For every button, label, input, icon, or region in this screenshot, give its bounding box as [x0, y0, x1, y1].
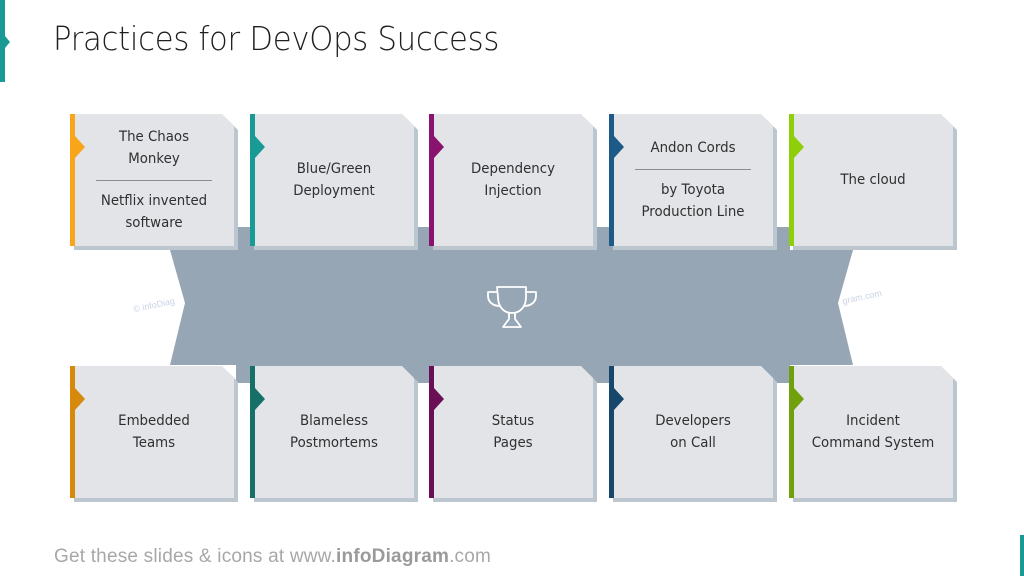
card-title-line: Dependency [471, 161, 555, 177]
card-andon-cords[interactable]: Andon Cords by Toyota Production Line [609, 114, 779, 252]
footer-suffix: .com [449, 546, 492, 567]
card-dependency-injection[interactable]: Dependency Injection [429, 114, 599, 252]
card-subtitle-line: by Toyota [660, 182, 726, 198]
card-subtitle-line: Production Line [641, 204, 745, 220]
card-title-line: Deployment [293, 183, 375, 199]
card-text: The Chaos Monkey Netflix invented software [82, 114, 226, 246]
card-text: The cloud [801, 114, 945, 246]
card-title-line: Injection [484, 183, 542, 199]
card-text: Andon Cords by Toyota Production Line [621, 114, 765, 246]
card-title-line: Andon Cords [650, 140, 736, 156]
corner-accent-bar [1020, 535, 1024, 576]
card-title-line: Developers [655, 413, 731, 429]
card-developers-on-call[interactable]: Developers on Call [609, 366, 779, 504]
card-text: Incident Command System [801, 366, 945, 498]
card-text: Embedded Teams [82, 366, 226, 498]
card-blue-green-deployment[interactable]: Blue/Green Deployment [250, 114, 420, 252]
card-text: Developers on Call [621, 366, 765, 498]
card-incident-command-system[interactable]: Incident Command System [789, 366, 959, 504]
card-title-line: Teams [132, 435, 176, 451]
card-status-pages[interactable]: Status Pages [429, 366, 599, 504]
card-title-line: Blue/Green [296, 161, 372, 177]
card-the-chaos-monkey[interactable]: The Chaos Monkey Netflix invented software [70, 114, 240, 252]
card-title-line: Incident [846, 413, 900, 429]
card-the-cloud[interactable]: The cloud [789, 114, 959, 252]
card-title-line: Monkey [128, 151, 180, 167]
card-text: Dependency Injection [441, 114, 585, 246]
footer-brand[interactable]: infoDiagram [336, 546, 449, 567]
card-title-line: Status [491, 413, 535, 429]
card-title-line: Postmortems [290, 435, 378, 451]
card-divider [96, 180, 212, 181]
footer-promo: Get these slides & icons at www.infoDiag… [54, 546, 491, 568]
card-text: Status Pages [441, 366, 585, 498]
card-text: Blameless Postmortems [262, 366, 406, 498]
card-title-line: The cloud [840, 172, 906, 188]
card-title-line: Embedded [118, 413, 190, 429]
card-blameless-postmortems[interactable]: Blameless Postmortems [250, 366, 420, 504]
trophy-icon [487, 286, 537, 328]
card-title-line: The Chaos [118, 129, 190, 145]
card-subtitle-line: Netflix invented [100, 193, 208, 209]
card-embedded-teams[interactable]: Embedded Teams [70, 366, 240, 504]
footer-prefix: Get these slides & icons at www. [54, 546, 337, 567]
card-title-line: Blameless [299, 413, 369, 429]
card-subtitle-line: software [125, 215, 183, 231]
card-text: Blue/Green Deployment [262, 114, 406, 246]
card-title-line: on Call [670, 435, 716, 451]
card-title-line: Pages [493, 435, 533, 451]
card-divider [635, 169, 751, 170]
card-title-line: Command System [811, 435, 935, 451]
